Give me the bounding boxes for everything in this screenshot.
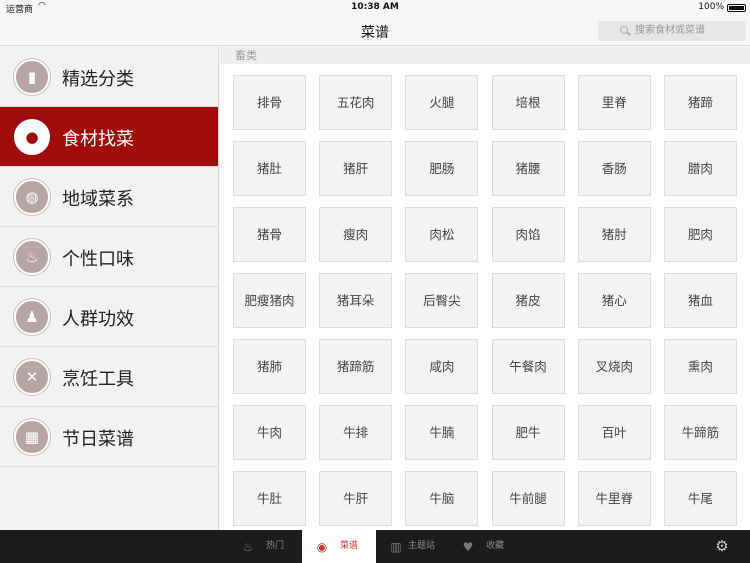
tab-label: 收藏 — [486, 541, 505, 551]
tab-bar: ⚙ ♨ 热门 ◉ 菜谱 ▥ 主题站 ♥ 收藏 — [0, 530, 750, 563]
ingredient-item[interactable]: 猪蹄 — [663, 75, 737, 130]
sidebar-item[interactable]: ▮ 精选分类 — [0, 47, 218, 107]
sidebar-item[interactable]: ♟ 人群功效 — [0, 287, 218, 347]
ingredient-item[interactable]: 牛腩 — [405, 405, 479, 460]
ingredient-item[interactable]: 猪肚 — [233, 141, 306, 196]
battery-icon — [727, 4, 746, 12]
pot-icon: ◉ — [316, 540, 328, 554]
tab-label: 主题站 — [408, 541, 436, 551]
tab-label: 热门 — [266, 541, 285, 551]
tab-item[interactable]: ◉ 菜谱 — [302, 530, 376, 563]
ingredient-item[interactable]: 肉松 — [405, 207, 479, 262]
ingredient-item[interactable]: 猪骨 — [233, 207, 306, 262]
open-book-icon: ▥ — [390, 540, 402, 554]
ingredient-item[interactable]: 猪耳朵 — [319, 273, 393, 328]
pepper-icon: ♨ — [14, 239, 50, 275]
gear-icon[interactable]: ⚙ — [714, 538, 730, 554]
ingredient-item[interactable]: 肥瘦猪肉 — [233, 273, 306, 328]
sidebar-item[interactable]: ✕ 烹饪工具 — [0, 347, 218, 407]
sidebar-item-label: 人群功效 — [62, 309, 134, 330]
ingredient-item[interactable]: 午餐肉 — [491, 339, 565, 394]
ingredient-item[interactable]: 猪肘 — [577, 207, 651, 262]
ingredient-item[interactable]: 叉烧肉 — [577, 339, 651, 394]
ingredient-item[interactable]: 猪腰 — [491, 141, 565, 196]
book-icon: ▮ — [14, 59, 50, 95]
section-header: 畜类 — [220, 47, 750, 64]
ingredient-item[interactable]: 肥肉 — [663, 207, 737, 262]
ingredient-item[interactable]: 培根 — [491, 75, 565, 130]
sidebar-item-label: 精选分类 — [62, 69, 134, 90]
ingredient-item[interactable]: 后臀尖 — [405, 273, 479, 328]
ingredient-panel: 畜类 排骨 五花肉 火腿 培根 里脊 猪蹄猪肚 猪肝 肥肠 猪腰 香肠 腊肉猪骨 瘦肉 肉松 肉馅 猪肘 肥肉… — [220, 47, 750, 530]
ingredient-item[interactable]: 里脊 — [577, 75, 651, 130]
sidebar-item-label: 食材找菜 — [62, 129, 134, 150]
nav-bar: 菜谱 搜索食材或菜谱 — [0, 16, 750, 46]
ingredient-item[interactable]: 猪蹄筋 — [319, 339, 393, 394]
sidebar-item-label: 烹饪工具 — [62, 369, 134, 390]
ingredient-item[interactable]: 牛里脊 — [577, 471, 651, 526]
ingredient-item[interactable]: 肉馅 — [491, 207, 565, 262]
ingredient-item[interactable]: 排骨 — [233, 75, 306, 130]
status-bar: 运营商 ◠ 10:38 AM 100% — [0, 0, 750, 16]
ingredient-item[interactable]: 香肠 — [577, 141, 651, 196]
ingredient-item[interactable]: 牛排 — [319, 405, 393, 460]
ingredient-item[interactable]: 猪心 — [577, 273, 651, 328]
people-icon: ♟ — [14, 299, 50, 335]
calendar-icon: ▦ — [14, 419, 50, 455]
search-icon — [620, 26, 628, 34]
ingredient-item[interactable]: 牛肚 — [233, 471, 306, 526]
ingredient-item[interactable]: 牛前腿 — [491, 471, 565, 526]
ingredient-item[interactable]: 百叶 — [577, 405, 651, 460]
ingredient-item[interactable]: 熏肉 — [663, 339, 737, 394]
mushroom-icon: ● — [14, 119, 50, 155]
ingredient-item[interactable]: 肥牛 — [491, 405, 565, 460]
ingredient-item[interactable]: 牛蹄筋 — [663, 405, 737, 460]
flame-icon: ♨ — [242, 540, 254, 554]
ingredient-item[interactable]: 腊肉 — [663, 141, 737, 196]
tab-item[interactable]: ♥ 收藏 — [450, 530, 530, 563]
ingredient-item[interactable]: 牛尾 — [663, 471, 737, 526]
tab-label: 菜谱 — [340, 541, 359, 551]
globe-icon: ◍ — [14, 179, 50, 215]
sidebar-item[interactable]: ♨ 个性口味 — [0, 227, 218, 287]
status-time: 10:38 AM — [351, 2, 399, 12]
ingredient-item[interactable]: 火腿 — [405, 75, 479, 130]
sidebar-item-label: 个性口味 — [62, 249, 134, 270]
sidebar-item[interactable]: ● 食材找菜 — [0, 107, 218, 167]
ingredient-grid: 排骨 五花肉 火腿 培根 里脊 猪蹄猪肚 猪肝 肥肠 猪腰 香肠 腊肉猪骨 瘦肉 肉松 肉馅 猪肘 肥肉肥瘦猪… — [233, 75, 750, 526]
ingredient-item[interactable]: 猪血 — [663, 273, 737, 328]
ingredient-item[interactable]: 猪肺 — [233, 339, 306, 394]
sidebar-item[interactable]: ◍ 地域菜系 — [0, 167, 218, 227]
sidebar-item-label: 地域菜系 — [62, 189, 134, 210]
ingredient-item[interactable]: 咸肉 — [405, 339, 479, 394]
search-input[interactable]: 搜索食材或菜谱 — [598, 21, 746, 41]
ingredient-item[interactable]: 牛肉 — [233, 405, 306, 460]
heart-icon: ♥ — [462, 540, 474, 554]
tab-item[interactable]: ♨ 热门 — [228, 530, 302, 563]
search-placeholder: 搜索食材或菜谱 — [635, 25, 705, 36]
ingredient-item[interactable]: 牛脑 — [405, 471, 479, 526]
sidebar-item-label: 节日菜谱 — [62, 429, 134, 450]
ingredient-item[interactable]: 猪皮 — [491, 273, 565, 328]
ingredient-item[interactable]: 肥肠 — [405, 141, 479, 196]
ingredient-item[interactable]: 牛肝 — [319, 471, 393, 526]
utensils-icon: ✕ — [14, 359, 50, 395]
ingredient-item[interactable]: 五花肉 — [319, 75, 393, 130]
ingredient-item[interactable]: 猪肝 — [319, 141, 393, 196]
ingredient-item[interactable]: 瘦肉 — [319, 207, 393, 262]
sidebar: ▮ 精选分类 ● 食材找菜 ◍ 地域菜系 ♨ 个性口味 ♟ 人群功效 ✕ 烹饪工具 ▦ 节日菜谱 — [0, 47, 219, 530]
battery-percent: 100% — [698, 2, 724, 12]
sidebar-item[interactable]: ▦ 节日菜谱 — [0, 407, 218, 467]
